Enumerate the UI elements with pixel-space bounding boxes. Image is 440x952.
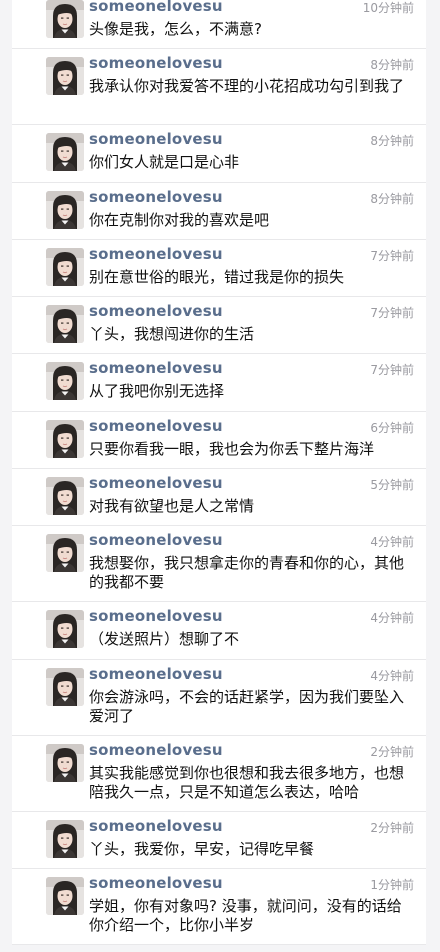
message-text: （发送照片）想聊了不 [89,630,240,649]
message-list[interactable]: someonelovesu 10分钟前 头像是我，怎么，不满意? someone… [12,0,426,945]
username[interactable]: someonelovesu [89,417,223,435]
username[interactable]: someonelovesu [89,817,223,835]
message-text: 只要你看我一眼，我也会为你丢下整片海洋 [89,439,375,458]
timestamp: 5分钟前 [370,478,414,493]
username[interactable]: someonelovesu [89,474,223,492]
timestamp: 4分钟前 [370,668,414,683]
message-text: 学姐，你有对象吗? 没事，就问问，没有的话给你介绍一个，比你小半岁 [89,896,402,934]
timestamp: 1分钟前 [370,877,414,892]
username[interactable]: someonelovesu [89,359,223,377]
timestamp: 6分钟前 [370,420,414,435]
timestamp: 7分钟前 [370,363,414,378]
message-item[interactable]: someonelovesu 10分钟前 头像是我，怎么，不满意? [12,0,426,50]
avatar[interactable] [46,305,84,344]
message-item[interactable]: someonelovesu 2分钟前 丫头，我爱你，早安，记得吃早餐 [12,812,426,869]
message-item[interactable]: someonelovesu 6分钟前 只要你看我一眼，我也会为你丢下整片海洋 [12,412,426,470]
avatar[interactable] [46,610,84,649]
message-text: 你们女人就是口是心非 [89,153,240,172]
avatar[interactable] [46,667,84,706]
timestamp: 2分钟前 [370,744,414,759]
timestamp: 10分钟前 [362,1,414,15]
username[interactable]: someonelovesu [89,607,223,625]
message-item[interactable]: someonelovesu 7分钟前 丫头，我想闯进你的生活 [12,297,426,355]
timestamp: 8分钟前 [370,134,414,149]
message-item[interactable]: someonelovesu 7分钟前 别在意世俗的眼光，错过我是你的损失 [12,240,426,298]
avatar[interactable] [46,477,84,516]
timestamp: 2分钟前 [370,820,414,835]
timestamp: 8分钟前 [370,58,414,73]
username[interactable]: someonelovesu [89,188,223,206]
message-item[interactable]: someonelovesu 4分钟前 我想娶你，我只想拿走你的青春和你的心，其他… [12,526,426,603]
message-item[interactable]: someonelovesu 7分钟前 从了我吧你别无选择 [12,354,426,412]
timestamp: 7分钟前 [370,306,414,321]
message-item[interactable]: someonelovesu 4分钟前 你会游泳吗，不会的话赶紧学，因为我们要坠入… [12,660,426,736]
timestamp: 7分钟前 [370,248,414,263]
username[interactable]: someonelovesu [89,874,223,892]
timestamp: 8分钟前 [370,191,414,206]
message-text: 我想娶你，我只想拿走你的青春和你的心，其他的我都不要 [89,554,405,592]
message-item[interactable]: someonelovesu 2分钟前 其实我能感觉到你也很想和我去很多地方，也想… [12,736,426,812]
avatar[interactable] [46,819,84,858]
username[interactable]: someonelovesu [89,130,223,148]
username[interactable]: someonelovesu [89,531,223,549]
message-item[interactable]: someonelovesu 5分钟前 对我有欲望也是人之常情 [12,469,426,527]
message-text: 丫头，我想闯进你的生活 [89,325,255,344]
username[interactable]: someonelovesu [89,54,223,72]
message-text: 我承认你对我爱答不理的小花招成功勾引到我了 [89,77,405,96]
avatar[interactable] [46,362,84,401]
message-item[interactable]: someonelovesu 4分钟前 （发送照片）想聊了不 [12,602,426,660]
avatar[interactable] [46,133,84,172]
username[interactable]: someonelovesu [89,741,223,759]
username[interactable]: someonelovesu [89,245,223,263]
avatar[interactable] [46,190,84,229]
timestamp: 4分钟前 [370,611,414,626]
message-text: 丫头，我爱你，早安，记得吃早餐 [89,839,315,858]
avatar[interactable] [46,247,84,286]
avatar[interactable] [46,876,84,915]
message-text: 头像是我，怎么，不满意? [89,20,262,38]
avatar[interactable] [46,743,84,782]
message-item[interactable]: someonelovesu 1分钟前 学姐，你有对象吗? 没事，就问问，没有的话… [12,869,426,945]
avatar[interactable] [46,57,84,96]
message-item[interactable]: someonelovesu 8分钟前 我承认你对我爱答不理的小花招成功勾引到我了 [12,49,426,126]
avatar[interactable] [46,0,84,38]
message-text: 你在克制你对我的喜欢是吧 [89,210,270,229]
username[interactable]: someonelovesu [89,0,223,15]
message-text: 从了我吧你别无选择 [89,382,225,401]
avatar[interactable] [46,534,84,573]
message-text: 对我有欲望也是人之常情 [89,497,255,516]
message-item[interactable]: someonelovesu 8分钟前 你在克制你对我的喜欢是吧 [12,183,426,240]
message-text: 你会游泳吗，不会的话赶紧学，因为我们要坠入爱河了 [89,687,405,725]
username[interactable]: someonelovesu [89,302,223,320]
chat-screen: someonelovesu 10分钟前 头像是我，怎么，不满意? someone… [0,0,440,952]
username[interactable]: someonelovesu [89,665,223,683]
message-text: 其实我能感觉到你也很想和我去很多地方，也想陪我久一点，只是不知道怎么表达，哈哈 [89,763,405,801]
timestamp: 4分钟前 [370,535,414,550]
message-item[interactable]: someonelovesu 8分钟前 你们女人就是口是心非 [12,125,426,183]
avatar[interactable] [46,419,84,458]
message-text: 别在意世俗的眼光，错过我是你的损失 [89,267,345,286]
